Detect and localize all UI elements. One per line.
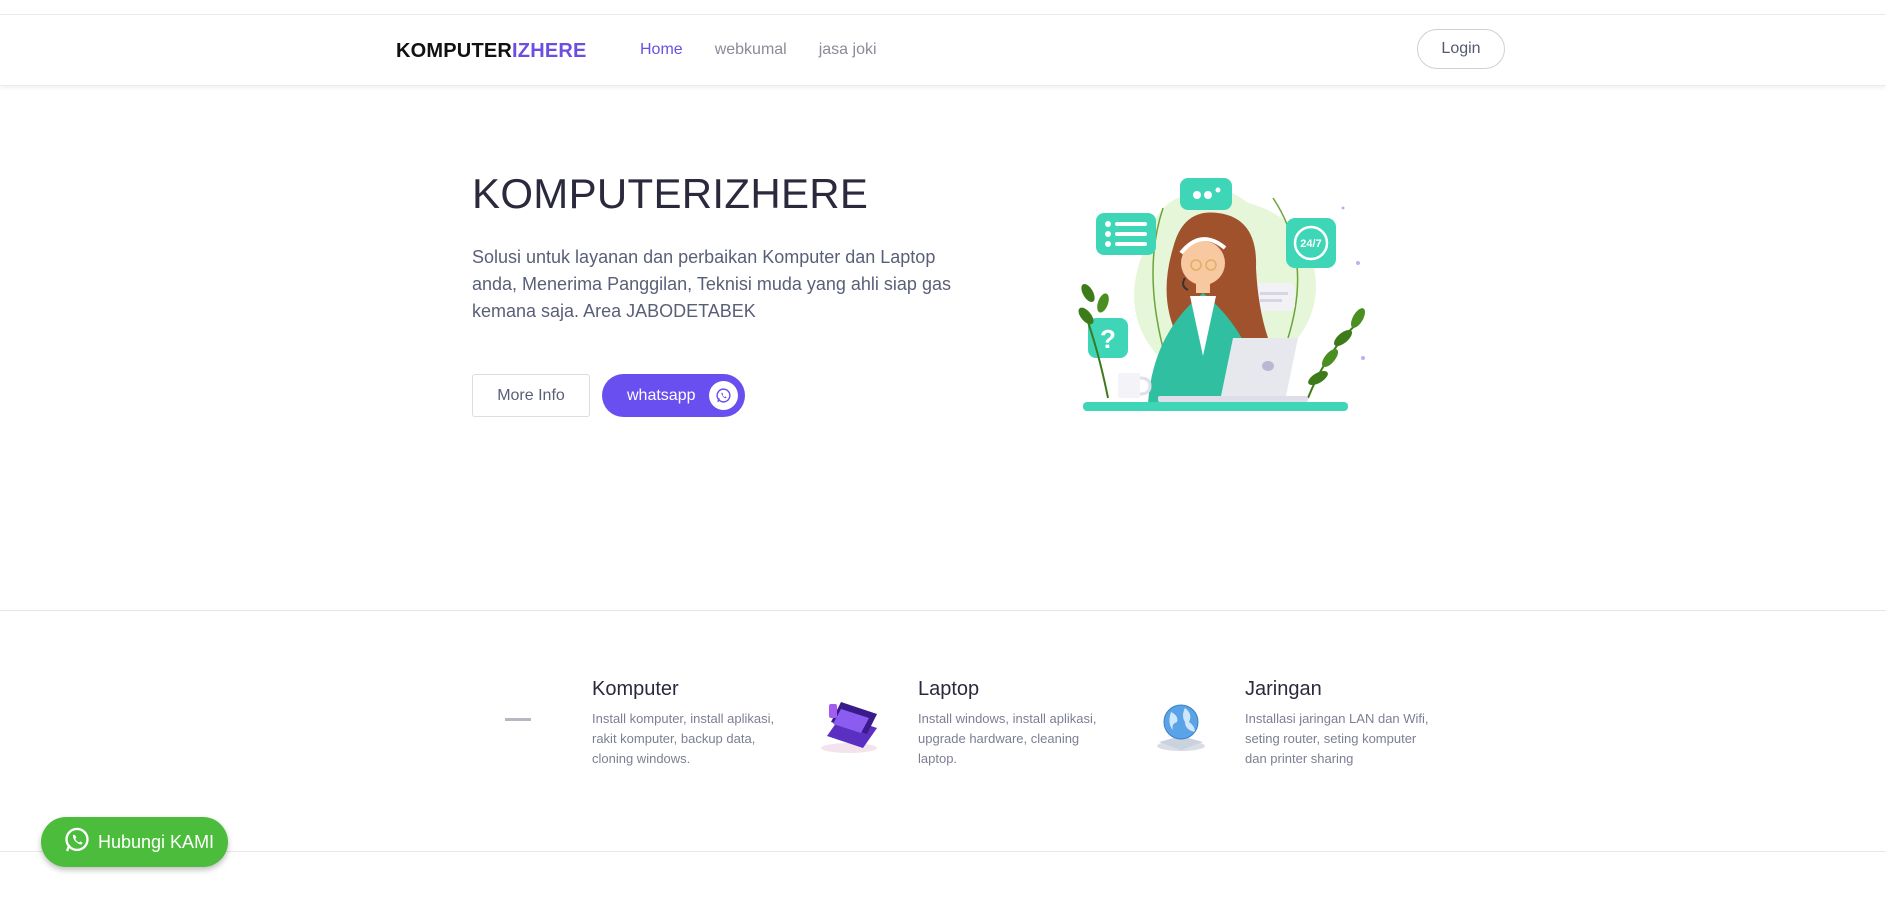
laptop-icon xyxy=(817,696,881,761)
main-nav: Home webkumal jasa joki xyxy=(640,41,909,59)
login-button[interactable]: Login xyxy=(1417,29,1505,69)
section-divider-bottom xyxy=(0,851,1886,852)
illustration-badge-text: 24/7 xyxy=(1300,238,1321,250)
nav-link-jasa-joki[interactable]: jasa joki xyxy=(819,41,877,59)
hero-description: Solusi untuk layanan dan perbaikan Kompu… xyxy=(472,247,951,321)
feature-jaringan: Jaringan Installasi jaringan LAN dan Wif… xyxy=(1245,678,1435,769)
more-info-button[interactable]: More Info xyxy=(472,374,590,417)
feature-description: Install komputer, install aplikasi, raki… xyxy=(592,711,775,766)
section-divider-top xyxy=(0,610,1886,611)
hero-title: KOMPUTERIZHERE xyxy=(472,170,869,217)
feature-laptop: Laptop Install windows, install aplikasi… xyxy=(918,678,1108,769)
nav-link-webkumal[interactable]: webkumal xyxy=(715,41,787,59)
feature-title: Komputer xyxy=(592,678,679,700)
whatsapp-button-label: whatsapp xyxy=(627,386,696,404)
brand-text-primary: KOMPUTER xyxy=(396,40,513,62)
svg-text:?: ? xyxy=(1100,324,1116,354)
brand-logo[interactable]: KOMPUTERIZHERE xyxy=(396,40,587,63)
brand-text-accent: IZHERE xyxy=(512,40,587,62)
whatsapp-icon xyxy=(63,826,91,859)
globe-network-icon xyxy=(1153,698,1209,759)
feature-komputer: Komputer Install komputer, install aplik… xyxy=(592,678,782,769)
feature-description: Installasi jaringan LAN dan Wifi, seting… xyxy=(1245,711,1429,766)
feature-description: Install windows, install aplikasi, upgra… xyxy=(918,711,1097,766)
feature-title: Laptop xyxy=(918,678,980,700)
navbar: KOMPUTERIZHERE Home webkumal jasa joki L… xyxy=(0,15,1886,86)
whatsapp-icon xyxy=(709,381,738,410)
customer-support-illustration: 24/7 ? xyxy=(1068,168,1368,418)
nav-link-home[interactable]: Home xyxy=(640,41,683,59)
floating-contact-button[interactable]: Hubungi KAMI xyxy=(41,817,228,867)
feature-title: Jaringan xyxy=(1245,678,1322,700)
whatsapp-button[interactable]: whatsapp xyxy=(602,374,745,417)
computer-icon xyxy=(505,718,531,721)
floating-contact-label: Hubungi KAMI xyxy=(98,831,215,852)
